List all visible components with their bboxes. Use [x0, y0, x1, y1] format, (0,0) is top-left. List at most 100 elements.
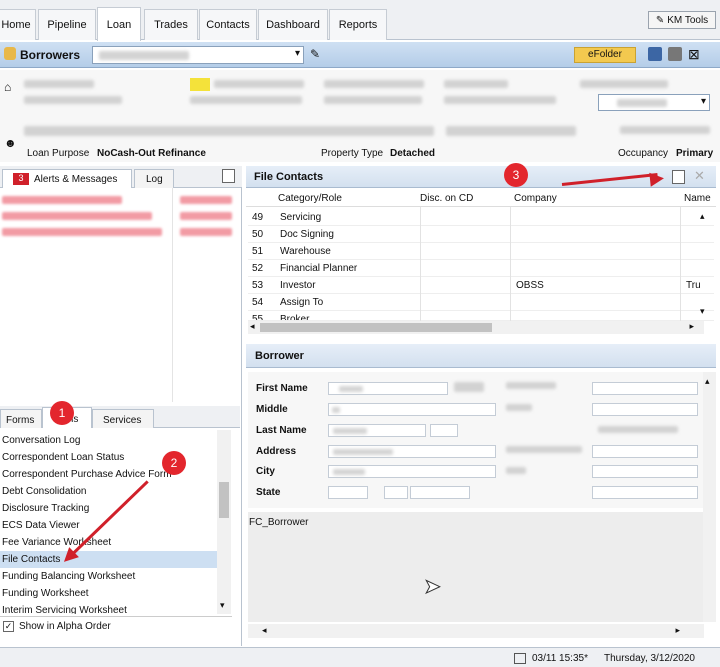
list-item[interactable]: Funding Worksheet — [0, 585, 217, 602]
last-name-field[interactable] — [328, 424, 426, 437]
row-role: Financial Planner — [280, 263, 358, 274]
left-tab-strip: Forms Tools Services — [0, 406, 240, 428]
right-field-1[interactable] — [592, 382, 698, 395]
column-header[interactable]: Disc. on CD — [420, 193, 473, 204]
first-name-field[interactable] — [328, 382, 448, 395]
delete-icon[interactable]: ✕ — [694, 168, 705, 184]
top-tab-bar: Home Pipeline Loan Trades Contacts Dashb… — [0, 0, 720, 41]
callout-number: 3 — [512, 168, 520, 182]
loan-dropdown[interactable]: ▾ — [598, 94, 710, 111]
add-icon[interactable] — [222, 169, 235, 183]
list-item[interactable]: Interim Servicing Worksheet — [0, 602, 217, 614]
list-item[interactable]: Conversation Log — [0, 432, 217, 449]
right-field-3[interactable] — [592, 445, 698, 458]
row-role: Warehouse — [280, 246, 331, 257]
tab-loan[interactable]: Loan — [97, 7, 141, 41]
print-icon[interactable] — [668, 47, 682, 61]
row-number: 50 — [252, 229, 264, 240]
grid-h-scrollbar[interactable]: ◂ ▸ — [248, 321, 704, 334]
row-number: 55 — [252, 314, 264, 321]
tab-alerts-messages[interactable]: 3 Alerts & Messages — [2, 169, 132, 188]
services-tab-label: Services — [103, 415, 142, 426]
status-bar: 03/11 15:35* Thursday, 3/12/2020 — [0, 647, 720, 667]
right-field-4[interactable] — [592, 465, 698, 478]
table-row[interactable]: 49 Servicing — [248, 209, 714, 226]
list-scrollbar[interactable]: ▾ — [217, 430, 231, 614]
right-field-5[interactable] — [592, 486, 698, 499]
borrower-header: Borrower — [246, 344, 716, 368]
column-header[interactable]: Category/Role — [278, 193, 342, 204]
checkbox-icon[interactable]: ✓ — [3, 621, 14, 632]
zip-label-box — [384, 486, 408, 499]
list-item[interactable]: Funding Balancing Worksheet — [0, 568, 217, 585]
zip-field[interactable] — [410, 486, 470, 499]
list-item[interactable]: Fee Variance Worksheet — [0, 534, 217, 551]
left-pane: 3 Alerts & Messages Log Forms Tools Serv… — [0, 166, 242, 646]
km-tools-icon: ✎ — [655, 14, 665, 26]
tab-label: Dashboard — [266, 19, 320, 31]
list-item-selected[interactable]: File Contacts — [0, 551, 217, 568]
chevron-down-icon[interactable]: ▾ — [700, 306, 705, 317]
km-tools-button[interactable]: ✎ KM Tools — [648, 11, 716, 29]
column-header[interactable]: Name — [684, 193, 711, 204]
table-row[interactable]: 50 Doc Signing — [248, 226, 714, 243]
row-number: 51 — [252, 246, 264, 257]
chevron-up-icon[interactable]: ▴ — [700, 211, 705, 222]
tab-reports[interactable]: Reports — [329, 9, 387, 40]
list-item[interactable]: Debt Consolidation — [0, 483, 217, 500]
city-field[interactable] — [328, 465, 496, 478]
efolder-label: eFolder — [588, 49, 622, 60]
right-field-2[interactable] — [592, 403, 698, 416]
status-date: Thursday, 3/12/2020 — [604, 653, 695, 664]
row-number: 53 — [252, 280, 264, 291]
tab-pipeline[interactable]: Pipeline — [38, 9, 96, 40]
borrower-title: Borrower — [255, 350, 304, 362]
borrower-scrollbar[interactable]: ▴ — [703, 372, 716, 622]
table-row[interactable]: 54 Assign To — [248, 294, 714, 311]
tab-forms[interactable]: Forms — [0, 409, 42, 428]
log-tab-label: Log — [146, 174, 163, 185]
occupancy-value: Primary — [676, 148, 714, 159]
state-field[interactable] — [328, 486, 368, 499]
tab-log[interactable]: Log — [134, 169, 174, 188]
row-role: Servicing — [280, 212, 322, 223]
edit-icon[interactable]: ✎ — [310, 47, 320, 61]
save-icon[interactable] — [648, 47, 662, 61]
calendar-icon — [514, 653, 526, 664]
list-item[interactable]: Disclosure Tracking — [0, 500, 217, 517]
occupancy-label: Occupancy — [618, 148, 669, 159]
tab-contacts[interactable]: Contacts — [199, 9, 257, 40]
column-header[interactable]: Company — [514, 193, 557, 204]
tab-trades[interactable]: Trades — [144, 9, 198, 40]
row-number: 52 — [252, 263, 264, 274]
table-row[interactable]: 55 Broker — [248, 311, 714, 321]
first-name-label: First Name — [256, 383, 308, 394]
table-row[interactable]: 52 Financial Planner — [248, 260, 714, 277]
table-row[interactable]: 51 Warehouse — [248, 243, 714, 260]
km-tools-label: KM Tools — [667, 14, 709, 26]
table-row[interactable]: 53 Investor OBSS Tru — [248, 277, 714, 294]
close-icon[interactable]: ⊠ — [688, 46, 700, 63]
alpha-order-row[interactable]: ✓ Show in Alpha Order — [0, 616, 232, 636]
city-label: City — [256, 466, 275, 477]
efolder-button[interactable]: eFolder — [574, 47, 636, 63]
middle-field[interactable] — [328, 403, 496, 416]
tab-dashboard[interactable]: Dashboard — [258, 9, 328, 40]
chevron-down-icon: ▾ — [294, 48, 300, 59]
borrower-select[interactable]: ▾ — [92, 46, 304, 64]
bottom-h-scrollbar[interactable]: ◂ ▸ — [248, 624, 704, 638]
status-time: 03/11 15:35* — [532, 653, 588, 664]
tools-list: Conversation Log Correspondent Loan Stat… — [0, 430, 232, 614]
tab-services[interactable]: Services — [92, 409, 154, 428]
tab-home[interactable]: Home — [0, 9, 36, 40]
callout-number: 1 — [58, 406, 66, 420]
loan-purpose-value: NoCash-Out Refinance — [97, 148, 206, 159]
address-field[interactable] — [328, 445, 496, 458]
alpha-order-label: Show in Alpha Order — [19, 621, 111, 632]
row-role: Doc Signing — [280, 229, 334, 240]
loan-purpose-label: Loan Purpose — [27, 148, 90, 159]
new-contact-icon[interactable] — [672, 170, 685, 184]
suffix-field[interactable] — [430, 424, 458, 437]
arrow-head-icon — [649, 171, 665, 187]
tab-label: Home — [1, 19, 31, 31]
